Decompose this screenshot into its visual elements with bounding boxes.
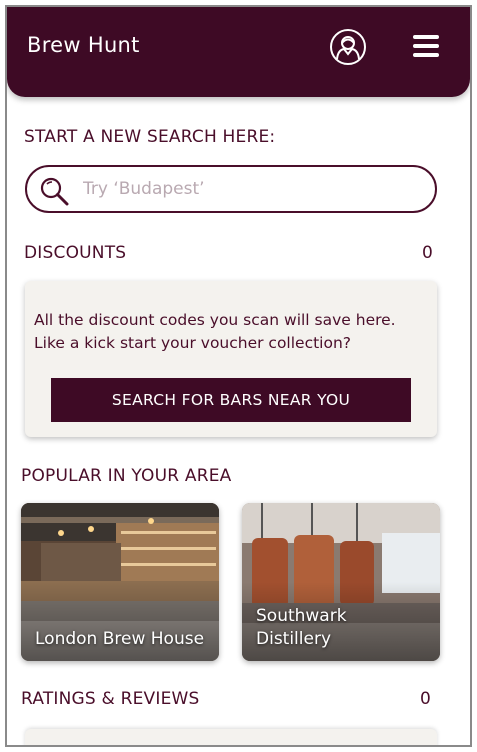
discounts-heading: DISCOUNTS (24, 243, 127, 263)
app-title: Brew Hunt (27, 33, 140, 57)
phone-frame: Brew Hunt START A NEW SEARCH HERE: DISCO… (5, 5, 472, 747)
discounts-card: All the discount codes you scan will sav… (25, 281, 437, 437)
venue-card-london-brew-house[interactable]: London Brew House (21, 503, 219, 661)
app-header: Brew Hunt (7, 7, 470, 97)
popular-heading: POPULAR IN YOUR AREA (21, 466, 232, 486)
venue-name: Southwark Distillery (256, 606, 347, 649)
discounts-count: 0 (422, 243, 433, 263)
search-input[interactable] (83, 177, 413, 201)
reviews-card (25, 729, 437, 745)
search-bars-button[interactable]: SEARCH FOR BARS NEAR YOU (51, 378, 411, 422)
venue-card-southwark-distillery[interactable]: Southwark Distillery (242, 503, 440, 661)
venue-name: London Brew House (35, 629, 205, 649)
account-button[interactable] (330, 29, 366, 65)
reviews-count: 0 (420, 689, 431, 709)
reviews-heading: RATINGS & REVIEWS (21, 689, 200, 709)
magnifier-icon (40, 177, 69, 206)
hamburger-menu-icon (413, 35, 439, 39)
search-heading: START A NEW SEARCH HERE: (24, 127, 276, 147)
discounts-message: All the discount codes you scan will sav… (34, 311, 396, 352)
user-circle-icon (336, 36, 360, 60)
search-box[interactable] (25, 165, 437, 213)
menu-button[interactable] (413, 35, 441, 59)
